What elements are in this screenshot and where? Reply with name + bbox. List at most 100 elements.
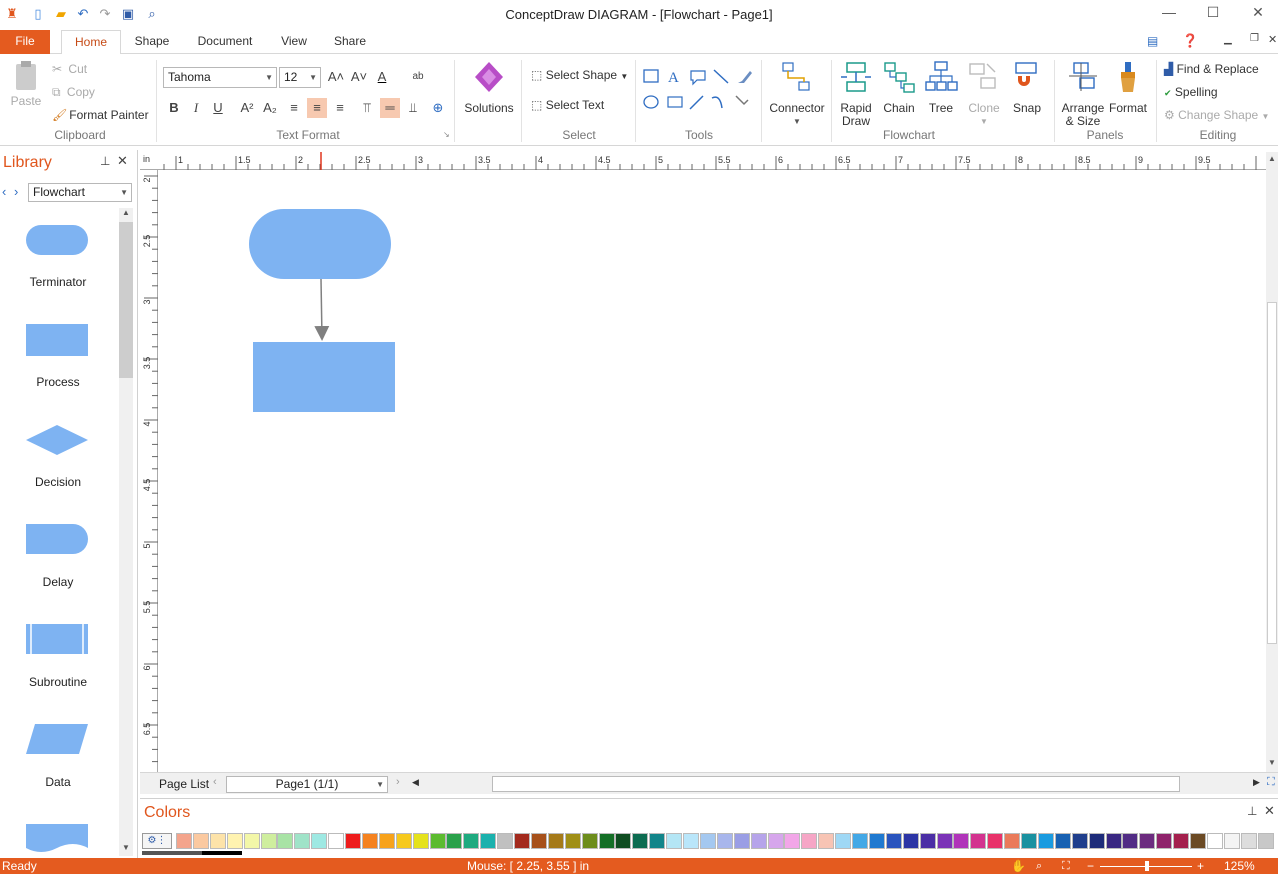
color-swatch[interactable] (260, 833, 277, 849)
color-swatch[interactable] (176, 833, 192, 849)
color-swatch[interactable] (581, 833, 598, 849)
no-fill-icon[interactable]: ⚙⋮ (142, 833, 172, 849)
color-swatch[interactable] (649, 833, 666, 849)
color-swatch[interactable] (615, 833, 632, 849)
superscript-icon[interactable]: A² (237, 98, 257, 118)
color-swatch[interactable] (564, 833, 581, 849)
text-box-tool-icon[interactable] (664, 94, 684, 114)
font-color-icon[interactable]: A (372, 67, 392, 87)
color-swatch[interactable] (412, 833, 429, 849)
format-button[interactable]: Format (1108, 60, 1148, 115)
library-item-data[interactable]: Data (10, 720, 106, 810)
color-swatch[interactable] (1190, 833, 1206, 849)
library-item-process[interactable]: Process (10, 320, 106, 410)
shrink-font-icon[interactable]: A˅ (349, 67, 369, 87)
italic-icon[interactable]: I (186, 98, 206, 118)
color-swatch[interactable] (784, 833, 801, 849)
pan-hand-icon[interactable]: ✋ (1011, 858, 1026, 874)
chevron-left-icon[interactable]: ‹ (2, 184, 6, 199)
color-swatch[interactable] (1071, 833, 1088, 849)
color-swatch[interactable] (1173, 833, 1190, 849)
color-swatch[interactable] (378, 833, 395, 849)
tab-home[interactable]: Home (61, 30, 121, 55)
color-swatch[interactable] (666, 833, 683, 849)
align-center-icon[interactable]: ≡ (307, 98, 327, 118)
color-swatch[interactable] (192, 833, 209, 849)
grow-font-icon[interactable]: A˄ (326, 67, 346, 87)
font-family-select[interactable]: Tahoma ▼ (163, 67, 277, 88)
rapid-draw-button[interactable]: Rapid Draw (836, 60, 876, 128)
page-select[interactable]: Page1 (1/1) ▼ (226, 776, 388, 793)
align-bottom-icon[interactable]: ⫫ (403, 98, 423, 118)
page-list-button[interactable]: Page List (159, 777, 209, 791)
color-swatch[interactable] (243, 833, 260, 849)
pin-icon[interactable]: ⊥ (100, 154, 110, 168)
color-swatch[interactable] (345, 833, 361, 849)
minimize-button[interactable]: — (1159, 4, 1179, 22)
line-tool-icon[interactable] (712, 66, 732, 86)
color-swatch[interactable] (835, 833, 852, 849)
color-swatch[interactable] (1105, 833, 1122, 849)
font-size-select[interactable]: 12 ▼ (279, 67, 321, 88)
color-swatch[interactable] (1054, 833, 1071, 849)
ribbon-restore-icon[interactable]: ❐ (1250, 33, 1259, 44)
spelling-button[interactable]: ✔ Spelling (1164, 85, 1218, 99)
color-swatch[interactable] (1004, 833, 1021, 849)
color-swatch[interactable] (1139, 833, 1156, 849)
close-button[interactable]: ✕ (1248, 4, 1268, 22)
paste-button[interactable]: Paste (6, 60, 46, 108)
color-swatch[interactable] (497, 833, 514, 849)
color-swatch[interactable] (429, 833, 446, 849)
pin-icon[interactable]: ⊥ (1247, 804, 1257, 818)
dialog-launcher-icon[interactable]: ↘ (443, 130, 450, 139)
connector-arrow[interactable] (314, 278, 330, 341)
color-swatch[interactable] (1156, 833, 1173, 849)
chain-button[interactable]: Chain (879, 60, 919, 115)
select-text-button[interactable]: ⬚ Select Text (531, 98, 604, 112)
tab-share[interactable]: Share (330, 30, 370, 54)
color-swatch[interactable] (902, 833, 919, 849)
align-middle-icon[interactable]: ═ (380, 98, 400, 118)
color-swatch[interactable] (801, 833, 818, 849)
subscript-icon[interactable]: A₂ (260, 98, 280, 118)
copy-button[interactable]: ⧉ Copy (52, 85, 95, 100)
color-swatch[interactable] (632, 833, 649, 849)
color-swatch[interactable] (733, 833, 750, 849)
maximize-button[interactable]: ☐ (1203, 4, 1223, 22)
align-right-icon[interactable]: ≡ (330, 98, 350, 118)
tree-button[interactable]: Tree (921, 60, 961, 115)
color-swatch[interactable] (1021, 833, 1037, 849)
tab-document[interactable]: Document (190, 30, 260, 54)
color-swatch[interactable] (936, 833, 953, 849)
ribbon-minimize-icon[interactable]: ▁ (1224, 34, 1232, 45)
color-swatch[interactable] (1206, 833, 1223, 849)
chevron-right-icon[interactable]: › (14, 184, 18, 199)
color-swatch[interactable] (683, 833, 699, 849)
select-shape-button[interactable]: ⬚ Select Shape ▼ (531, 68, 628, 82)
color-swatch[interactable] (294, 833, 311, 849)
color-swatch[interactable] (361, 833, 378, 849)
color-swatch[interactable] (446, 833, 463, 849)
close-icon[interactable]: ✕ (1264, 803, 1275, 819)
clone-button[interactable]: Clone ▼ (964, 60, 1004, 128)
color-swatch[interactable] (750, 833, 767, 849)
chevron-right-icon[interactable]: › (396, 776, 400, 788)
text-direction-icon[interactable]: ⊕ (428, 98, 448, 118)
color-swatch[interactable] (598, 833, 615, 849)
library-item-delay[interactable]: Delay (10, 520, 106, 610)
callout-tool-icon[interactable] (688, 66, 708, 86)
color-swatch[interactable] (328, 833, 345, 849)
fit-page-icon[interactable]: ⛶ (1062, 858, 1070, 874)
text-tool-icon[interactable] (664, 66, 684, 86)
color-swatch[interactable] (547, 833, 564, 849)
scroll-up-icon[interactable]: ▲ (1268, 154, 1276, 163)
color-swatch[interactable] (970, 833, 987, 849)
change-shape-button[interactable]: ⚙ Change Shape ▼ (1164, 108, 1269, 122)
color-swatch[interactable] (953, 833, 970, 849)
color-swatch[interactable] (1037, 833, 1054, 849)
chevron-left-icon[interactable]: ‹ (213, 776, 217, 788)
arrange-size-button[interactable]: Arrange & Size (1058, 60, 1108, 128)
color-swatch[interactable] (919, 833, 936, 849)
color-swatch[interactable] (1223, 833, 1240, 849)
color-swatch[interactable] (226, 833, 243, 849)
